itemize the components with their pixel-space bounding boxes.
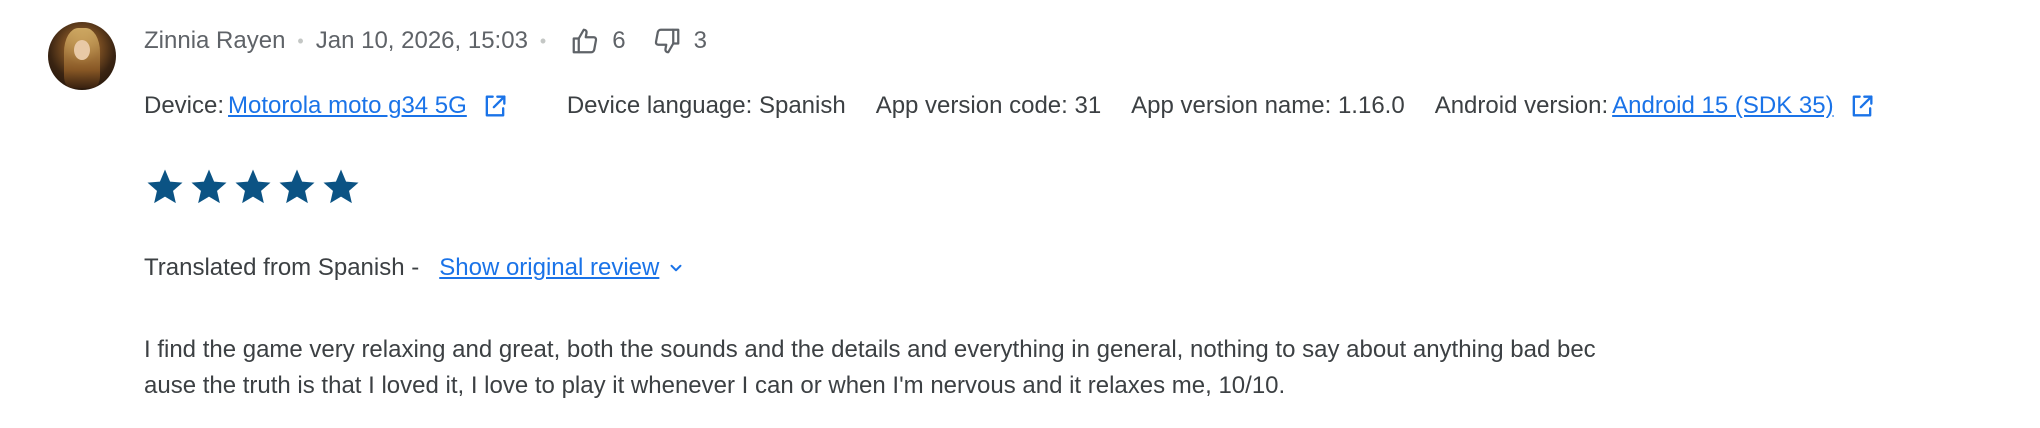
translated-label: Translated from Spanish - [144,254,420,281]
device-info: Device: Motorola moto g34 5G Device lang… [144,86,1876,126]
thumbs-up-count: 6 [612,27,626,54]
star-icon [279,169,315,204]
review-date: Jan 10, 2026, 15:03 [315,27,528,54]
star-icon [147,169,183,204]
device-language: Device language: Spanish [566,92,846,119]
open-in-new-icon[interactable] [1848,92,1876,120]
review-body: I find the game very relaxing and great,… [144,332,1784,404]
show-original-review-link[interactable]: Show original review [439,254,659,282]
separator-dot: • [297,30,304,51]
review-text-line: ause the truth is that I loved it, I lov… [144,372,1286,399]
thumbs-up-button[interactable]: 6 [570,26,626,56]
chevron-down-icon[interactable] [667,259,685,277]
star-rating [144,166,364,208]
star-icon [191,169,227,204]
android-version-label: Android version: [1434,92,1609,119]
avatar-face [74,40,90,60]
device-name-link[interactable]: Motorola moto g34 5G [228,92,467,120]
review-meta: Zinnia Rayen • Jan 10, 2026, 15:03 • 6 3 [144,22,707,60]
translation-notice: Translated from Spanish - Show original … [144,250,685,286]
avatar [48,22,116,90]
app-version-code: App version code: 31 [875,92,1102,119]
device-label: Device: [144,92,225,119]
thumbs-down-button[interactable]: 3 [652,26,707,56]
android-version-link[interactable]: Android 15 (SDK 35) [1612,92,1833,120]
star-icon [323,169,359,204]
thumbs-down-count: 3 [693,27,707,54]
thumbs-down-icon [654,28,679,54]
separator-dot: • [539,30,547,51]
author-name: Zinnia Rayen [144,27,286,54]
open-in-new-icon[interactable] [481,92,509,120]
star-icon [235,169,271,204]
app-version-name: App version name: 1.16.0 [1131,92,1405,119]
thumbs-up-icon [572,28,598,54]
review-text-line: I find the game very relaxing and great,… [144,336,1596,363]
